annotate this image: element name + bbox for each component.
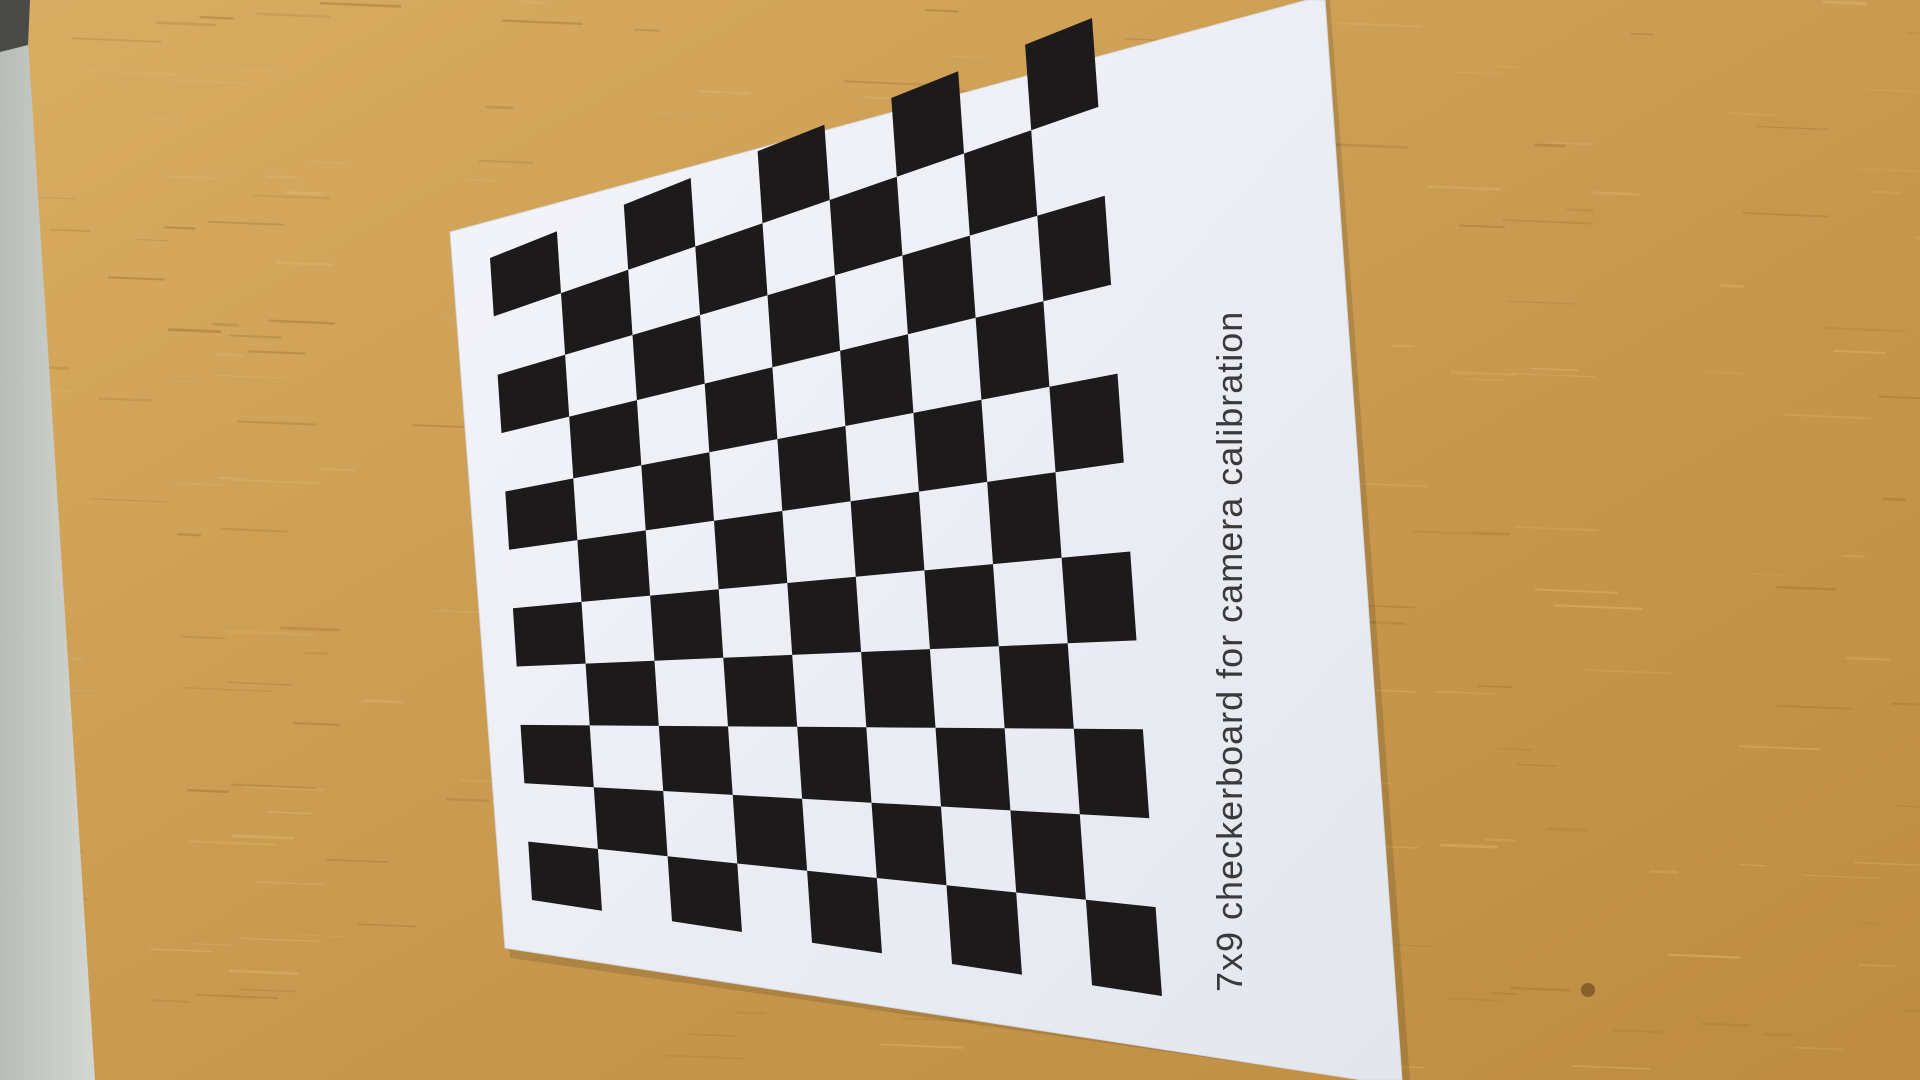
checker-square <box>975 301 1050 400</box>
wood-grain-streak <box>1592 191 1640 196</box>
checker-square <box>512 601 586 667</box>
checker-square <box>1010 810 1086 900</box>
wood-grain-streak <box>168 328 222 334</box>
wood-grain-streak <box>1630 32 1655 36</box>
checker-square <box>593 787 668 857</box>
wood-grain-streak <box>1547 827 1587 832</box>
wood-grain-streak <box>164 226 196 230</box>
wood-grain-streak <box>863 96 890 100</box>
wood-grain-streak <box>924 9 959 13</box>
checker-square <box>585 660 659 726</box>
wood-grain-streak <box>1566 208 1594 212</box>
wood-grain-streak <box>199 15 234 20</box>
wood-grain-streak <box>633 28 660 32</box>
wood-grain-streak <box>1841 554 1866 558</box>
checker-square <box>520 724 594 788</box>
wood-grain-streak <box>206 169 236 173</box>
wood-grain-streak <box>1719 284 1744 288</box>
checker-square <box>1073 728 1150 819</box>
wood-grain-streak <box>285 190 322 196</box>
checker-square <box>667 856 742 932</box>
wood-grain-streak <box>1857 963 1897 968</box>
wood-grain-streak <box>144 116 181 121</box>
checker-square <box>732 794 808 871</box>
wood-grain-streak <box>362 699 404 704</box>
checker-square <box>797 726 872 803</box>
checker-square <box>714 511 788 590</box>
checkerboard-caption: 7x9 checkerboard for camera calibration <box>1209 311 1250 992</box>
wood-grain-streak <box>1390 344 1415 348</box>
checker-square <box>1085 899 1162 996</box>
wood-grain-streak <box>1490 992 1518 995</box>
checker-square <box>1061 551 1137 644</box>
wood-grain-streak <box>215 353 245 357</box>
wood-grain-streak <box>1822 0 1868 6</box>
wood-grain-streak <box>1860 922 1883 925</box>
wood-grain-streak <box>218 476 242 480</box>
wood-grain-streak <box>304 651 330 655</box>
wood-grain-streak <box>1495 65 1521 69</box>
wood-grain-streak <box>266 175 298 180</box>
checker-square <box>577 530 651 602</box>
checker-square <box>787 576 862 655</box>
checker-square <box>528 841 602 911</box>
wood-grain-streak <box>735 1010 766 1015</box>
checker-square <box>998 643 1074 729</box>
wall-top-shadow <box>0 0 30 52</box>
checker-square <box>641 452 714 531</box>
wood-grain-streak <box>515 0 550 5</box>
checker-square <box>871 802 947 886</box>
checker-square <box>1049 373 1124 473</box>
wood-grain-streak <box>187 789 229 793</box>
desk-knot <box>1581 983 1595 997</box>
scene-canvas: 7x9 checkerboard for camera calibration <box>0 0 1920 1080</box>
wood-grain-streak <box>176 533 202 537</box>
checker-square <box>861 649 936 728</box>
checker-square <box>924 564 999 650</box>
wood-grain-streak <box>1483 838 1516 843</box>
checker-square <box>723 654 798 727</box>
wood-grain-streak <box>1882 497 1907 502</box>
checker-square <box>777 426 851 511</box>
checker-square <box>987 472 1062 565</box>
photo-scene: 7x9 checkerboard for camera calibration <box>0 0 1920 1080</box>
checker-square <box>935 727 1011 811</box>
wood-grain-streak <box>1534 143 1566 148</box>
wood-grain-streak <box>1649 869 1679 874</box>
checker-square <box>650 589 724 661</box>
wood-grain-streak <box>1870 190 1902 195</box>
wood-grain-streak <box>211 322 240 327</box>
wood-grain-streak <box>486 105 514 110</box>
checker-square <box>807 870 882 954</box>
checker-square <box>658 725 733 795</box>
checker-square <box>850 491 925 577</box>
checker-square <box>946 885 1022 975</box>
wood-grain-streak <box>1764 1032 1794 1037</box>
checker-square <box>913 399 988 492</box>
